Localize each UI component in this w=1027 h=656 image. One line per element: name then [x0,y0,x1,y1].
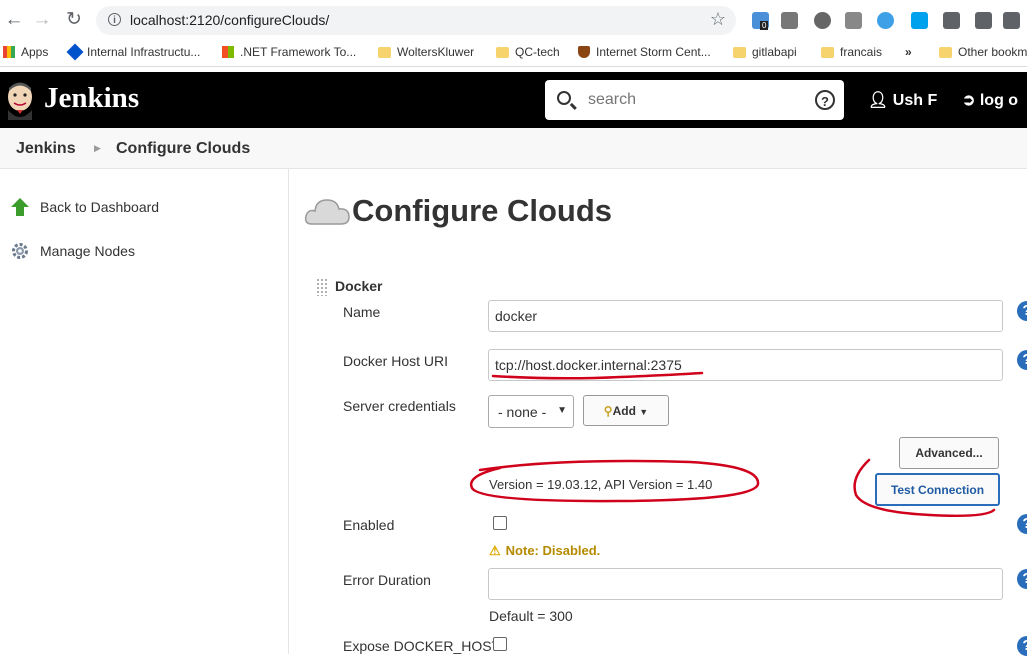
folder-icon [939,47,952,58]
enabled-checkbox[interactable] [493,516,507,530]
key-icon: ⚲ [603,404,613,418]
reload-icon[interactable]: ↻ [62,8,86,32]
help-icon[interactable]: ? [1017,301,1027,321]
folder-icon [821,47,834,58]
drag-handle-icon[interactable] [316,278,328,296]
apps-grid-icon [3,46,15,58]
test-connection-button[interactable]: Test Connection [875,473,1000,506]
bookmark-item[interactable]: WoltersKluwer [378,45,474,59]
search-box[interactable]: search ? [545,80,844,120]
forward-arrow-icon[interactable]: → [30,8,54,32]
name-label: Name [343,304,381,320]
expose-docker-host-checkbox[interactable] [493,637,507,651]
add-credentials-button[interactable]: ⚲Add ▼ [583,395,669,426]
arrow-up-icon [11,198,29,216]
extension-icon[interactable] [877,12,894,29]
advanced-button[interactable]: Advanced... [899,437,999,469]
side-panel: Back to Dashboard Manage Nodes [0,169,289,654]
sidebar-item-manage-nodes[interactable]: Manage Nodes [10,241,135,264]
microsoft-icon [222,46,234,58]
back-arrow-icon[interactable]: ← [2,8,26,32]
help-icon[interactable]: ? [1017,636,1027,656]
docker-host-uri-input[interactable] [488,349,1003,381]
search-input[interactable]: search [588,91,636,109]
server-credentials-label: Server credentials [343,398,456,414]
page-title: Configure Clouds [352,193,613,228]
kebab-menu-icon[interactable] [1003,12,1020,29]
bookmark-apps[interactable]: Apps [3,45,48,59]
help-icon[interactable]: ? [1017,569,1027,589]
sidebar-item-label: Back to Dashboard [40,199,160,215]
bookmark-item[interactable]: QC-tech [496,45,560,59]
bookmark-item[interactable]: Internet Storm Cent... [578,45,711,59]
bookmark-item[interactable]: Internal Infrastructu... [66,43,200,61]
enabled-label: Enabled [343,517,395,533]
browser-toolbar: ← → ↻ i localhost:2120/configureClouds/ … [0,0,1027,40]
breadcrumb: Jenkins ▶ Configure Clouds [0,128,1027,169]
error-duration-label: Error Duration [343,572,431,588]
user-menu[interactable]: 👤︎ Ush F [868,90,937,110]
address-bar[interactable]: i localhost:2120/configureClouds/ ☆ [96,6,736,35]
breadcrumb-configure-clouds[interactable]: Configure Clouds [116,140,250,158]
warning-note: ⚠ Note: Disabled. [489,543,601,558]
credentials-select[interactable]: - none - ▼ [488,395,574,428]
jenkins-header: Jenkins search ? 👤︎ Ush F ➲ log o [0,72,1027,128]
user-icon: 👤︎ [868,92,889,109]
chevron-right-icon[interactable]: ▶ [94,143,101,154]
app-title[interactable]: Jenkins [44,82,139,115]
cloud-icon [304,199,350,225]
chevron-down-icon: ▼ [639,407,649,417]
extension-badge: 0 [760,21,769,30]
bookmarks-overflow[interactable]: » [905,45,912,59]
windows-extension-icon[interactable] [911,12,928,29]
info-icon[interactable]: i [108,13,121,26]
extension-icon[interactable] [845,12,862,29]
name-input[interactable] [488,300,1003,332]
search-icon [557,91,571,105]
help-icon[interactable]: ? [815,90,835,110]
url-text: localhost:2120/configureClouds/ [130,12,330,28]
docker-host-uri-label: Docker Host URI [343,353,449,369]
extension-icon[interactable]: 0 [752,12,769,30]
bookmarks-bar: Apps Internal Infrastructu... .NET Frame… [0,40,1027,67]
folder-icon [496,47,509,58]
folder-icon [733,47,746,58]
error-duration-default: Default = 300 [489,608,573,624]
shield-icon [578,46,590,58]
extension-icon[interactable] [781,12,798,29]
expose-docker-host-label: Expose DOCKER_HOST [343,638,501,654]
bookmark-star-icon[interactable]: ☆ [710,9,726,30]
bookmark-item[interactable]: .NET Framework To... [222,45,356,59]
sidebar-item-back-to-dashboard[interactable]: Back to Dashboard [10,197,159,220]
bookmark-item[interactable]: francais [821,45,882,59]
help-icon[interactable]: ? [1017,514,1027,534]
chevron-down-icon: ▼ [557,405,567,416]
section-header-docker: Docker [335,278,383,294]
logout-link[interactable]: ➲ log o [962,90,1018,110]
warning-icon: ⚠ [489,543,501,558]
sidebar-item-label: Manage Nodes [40,243,135,259]
gear-icon [12,243,28,259]
confluence-icon [66,43,84,61]
folder-icon [378,47,391,58]
error-duration-input[interactable] [488,568,1003,600]
version-status: Version = 19.03.12, API Version = 1.40 [489,477,713,492]
menu-icon[interactable] [975,12,992,29]
help-icon[interactable]: ? [1017,350,1027,370]
breadcrumb-jenkins[interactable]: Jenkins [16,140,76,158]
bookmark-other[interactable]: Other bookm [939,45,1027,59]
logout-icon: ➲ [962,92,976,109]
shield-extension-icon[interactable] [814,12,831,29]
bookmark-item[interactable]: gitlabapi [733,45,797,59]
jenkins-logo-icon[interactable] [4,80,36,120]
puzzle-icon[interactable] [943,12,960,29]
